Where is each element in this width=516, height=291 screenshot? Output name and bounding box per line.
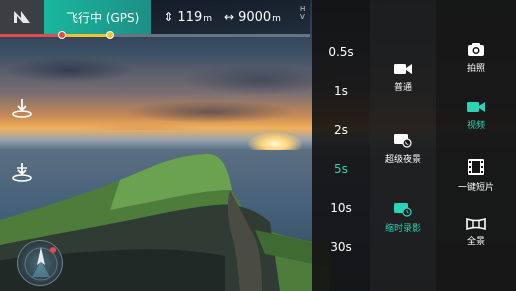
status-bar: 飞行中 (GPS) ⇕ 119 m ↔ 9000 m	[0, 0, 310, 34]
mode-normal-label: 普通	[393, 83, 412, 93]
menu-photo[interactable]: 拍照	[436, 42, 516, 74]
compass-icon	[24, 247, 58, 281]
capture-mode-menu: 拍照 视频 一键短片 全景	[436, 0, 516, 291]
v-label: V	[300, 13, 305, 21]
minimap[interactable]	[17, 240, 63, 286]
interval-selector: 0.5s 1s 2s 5s 10s 30s	[312, 0, 370, 291]
menu-quickshot[interactable]: 一键短片	[436, 158, 516, 193]
menu-quickshot-label: 一键短片	[457, 183, 494, 193]
panorama-icon	[466, 218, 486, 230]
distance-icon: ↔	[224, 10, 235, 24]
hv-labels: H V	[300, 5, 305, 21]
mode-timelapse-label: 缩时录影	[384, 224, 421, 234]
interval-option[interactable]: 2s	[312, 123, 370, 137]
altitude-unit: m	[203, 13, 213, 24]
mode-normal[interactable]: 普通	[370, 62, 436, 93]
takeoff-button[interactable]	[10, 96, 34, 120]
progress-yellow-segment	[62, 34, 110, 37]
interval-option[interactable]: 1s	[312, 84, 370, 98]
video-camera-icon	[394, 64, 412, 74]
progress-red-segment	[0, 34, 62, 37]
video-icon	[467, 102, 485, 112]
mode-timelapse[interactable]: 缩时录影	[370, 201, 436, 234]
altitude-value: 119	[177, 9, 203, 25]
interval-option[interactable]: 10s	[312, 201, 370, 215]
menu-video[interactable]: 视频	[436, 100, 516, 131]
app-logo[interactable]	[0, 0, 44, 34]
interval-option-selected[interactable]: 5s	[312, 162, 370, 176]
distance-readout: ↔ 9000 m	[224, 10, 281, 25]
video-mode-selector: 普通 超级夜景 缩时录影	[370, 0, 436, 291]
interval-option[interactable]: 0.5s	[312, 45, 370, 59]
interval-option[interactable]: 30s	[312, 240, 370, 254]
menu-panorama-label: 全景	[466, 237, 485, 247]
camera-icon	[468, 43, 484, 56]
progress-marker-yellow	[106, 31, 114, 39]
progress-marker-red	[58, 31, 66, 39]
return-home-icon	[12, 163, 32, 182]
altitude-icon: ⇕	[163, 10, 174, 24]
altitude-readout: ⇕ 119 m	[163, 10, 212, 25]
distance-unit: m	[272, 13, 281, 24]
mode-night-label: 超级夜景	[384, 155, 421, 165]
distance-value: 9000	[238, 9, 272, 25]
back-logo-icon	[14, 11, 30, 23]
return-home-button[interactable]	[10, 160, 34, 184]
night-camera-icon	[394, 134, 412, 148]
h-label: H	[300, 5, 306, 13]
menu-photo-label: 拍照	[466, 64, 485, 74]
menu-video-label: 视频	[466, 121, 485, 131]
battery-progress-bar	[0, 31, 310, 39]
flight-mode-text: 飞行中 (GPS)	[66, 10, 140, 25]
timelapse-icon	[394, 203, 412, 217]
mode-night[interactable]: 超级夜景	[370, 132, 436, 165]
film-icon	[468, 159, 484, 175]
flight-status: 飞行中 (GPS)	[44, 0, 152, 34]
takeoff-icon	[12, 99, 32, 118]
menu-panorama[interactable]: 全景	[436, 218, 516, 247]
